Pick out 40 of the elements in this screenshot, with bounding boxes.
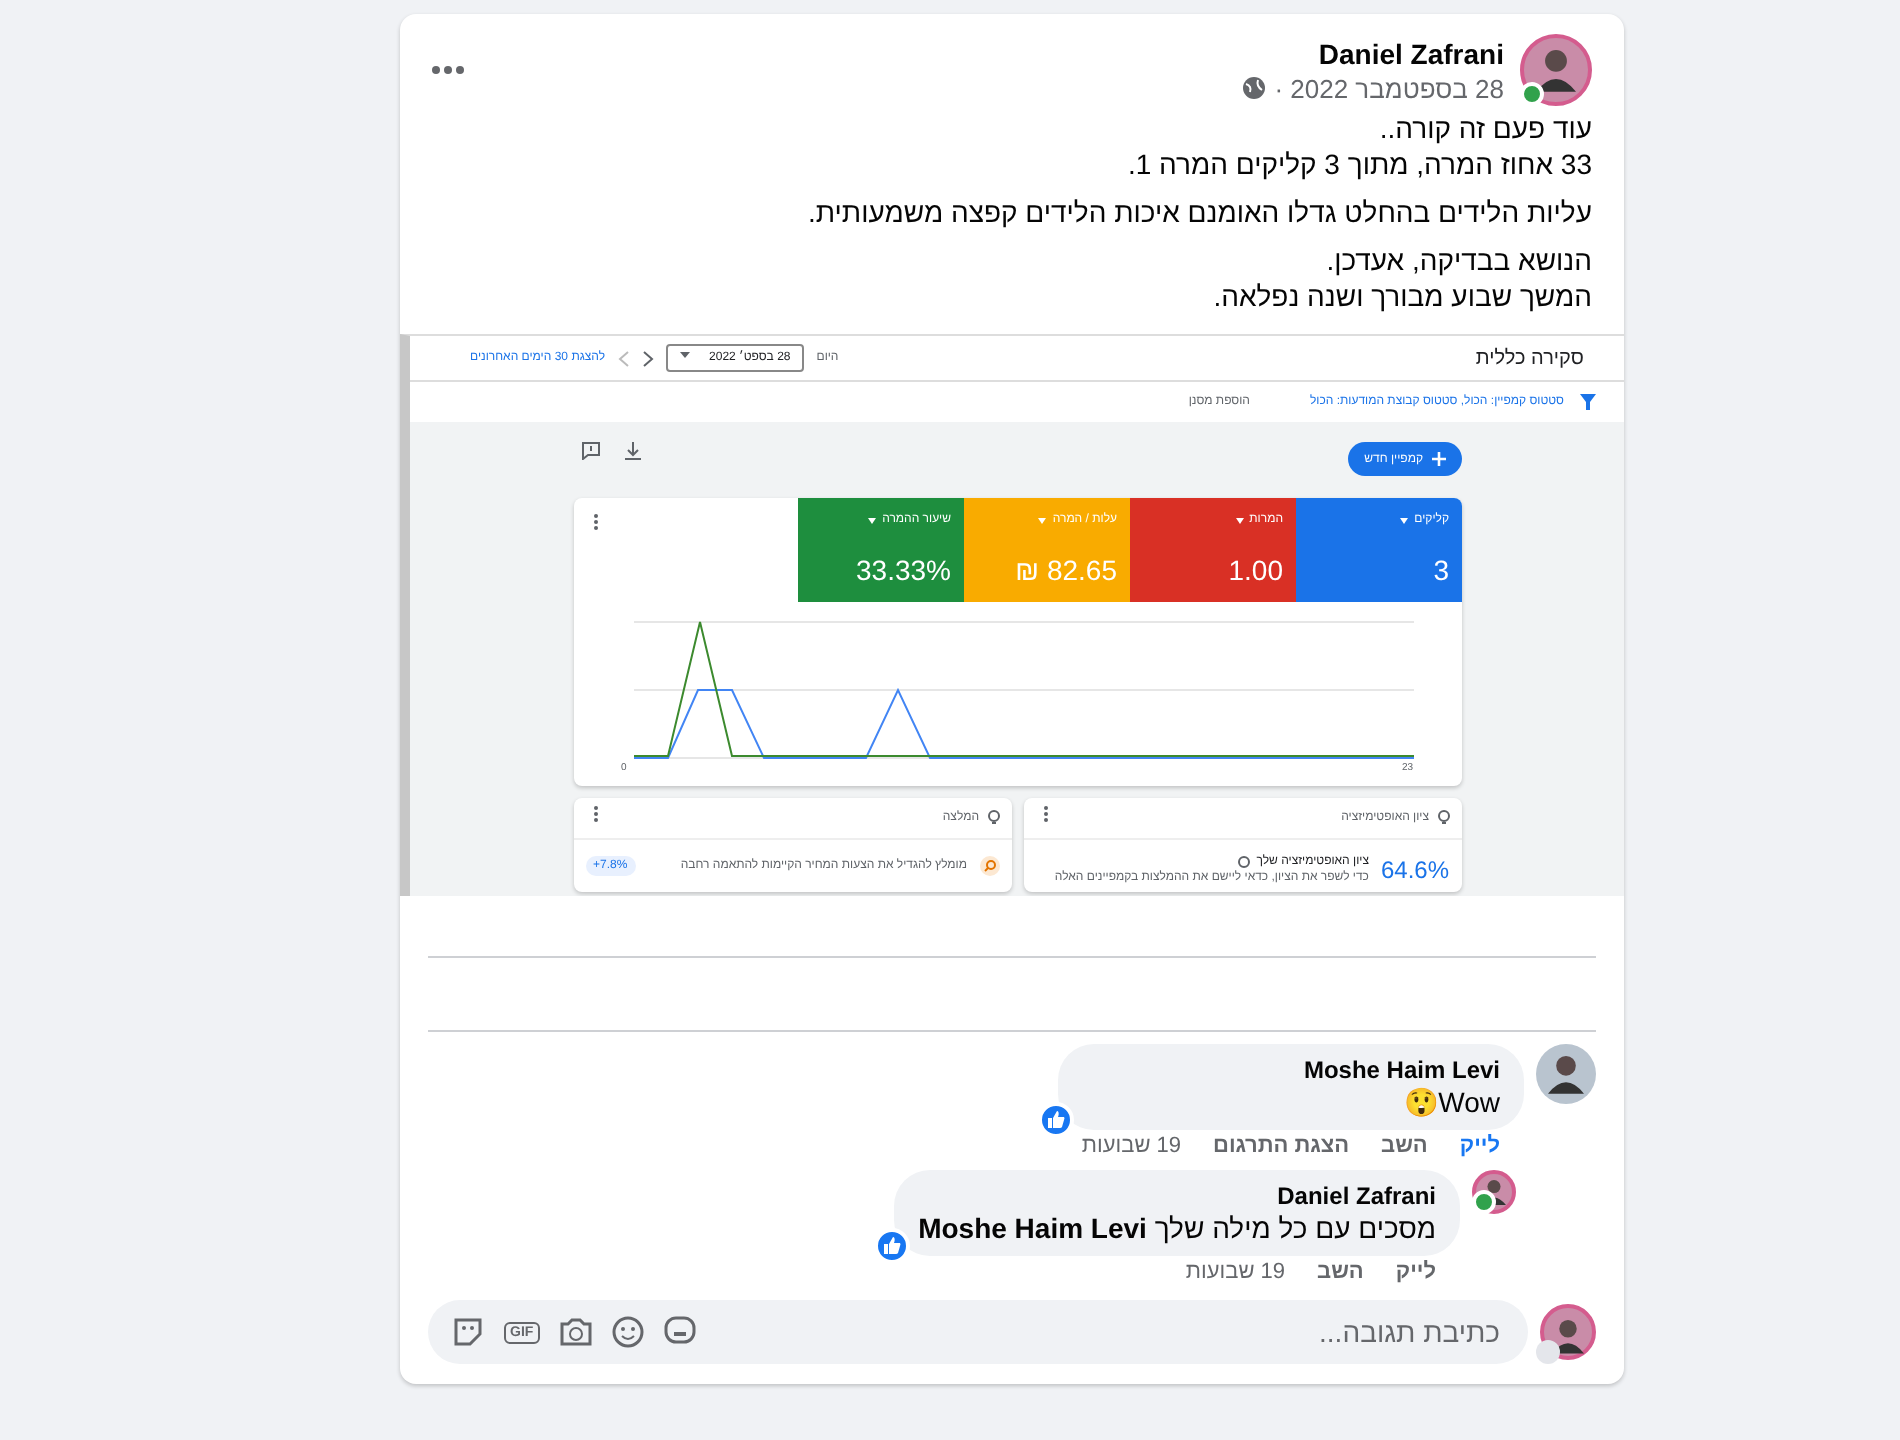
comment-action-link[interactable]: לייק: [1459, 1134, 1500, 1158]
comment-text: Wow😲: [1402, 1086, 1500, 1118]
lightbulb-icon: [1437, 810, 1449, 826]
account-switch-icon[interactable]: [1536, 1340, 1560, 1364]
caret-icon: [679, 352, 690, 358]
comment-author[interactable]: Moshe Haim Levi: [1081, 1056, 1500, 1084]
comment-action-link[interactable]: הצגת התרגום: [1213, 1134, 1350, 1158]
post-date[interactable]: 28 בספטמבר 2022 ·: [1274, 73, 1504, 103]
post-text-line: 33 אחוז המרה, מתוך 3 קליקים המרה 1.: [1125, 146, 1592, 182]
download-icon[interactable]: [623, 442, 641, 460]
more-options-icon[interactable]: [432, 66, 464, 74]
lightbulb-icon: [987, 810, 999, 826]
help-icon: [1238, 856, 1251, 868]
sticker-icon[interactable]: [452, 1316, 484, 1348]
person-silhouette-icon: [1536, 50, 1576, 92]
post-text-line: המשך שבוע מבורך ושנה נפלאה.: [1211, 278, 1592, 314]
page-title: סקירה כללית: [1475, 347, 1584, 369]
plus-icon: [1431, 452, 1445, 466]
camera-icon[interactable]: [559, 1316, 592, 1348]
globe-icon: [1242, 76, 1267, 100]
post-text-line: עליות הלידים בהחלט גדלו האומנם איכות הלידים קפצה משמעותית.: [806, 194, 1592, 230]
chevron-right-icon[interactable]: [641, 349, 654, 367]
post-text-line: הנושא בבדיקה, אעדכן.: [1324, 242, 1592, 278]
avatar-sticker-icon[interactable]: [663, 1316, 696, 1348]
smiley-icon[interactable]: [611, 1316, 644, 1348]
filter-icon[interactable]: [1580, 394, 1596, 410]
comment-time: 19 שבועות: [1185, 1260, 1286, 1284]
post-text-line: עוד פעם זה קורה..: [1377, 110, 1592, 146]
comment-author[interactable]: Daniel Zafrani: [918, 1182, 1436, 1210]
like-reaction-icon: [874, 1228, 911, 1264]
person-silhouette-icon: [1548, 1056, 1584, 1094]
comment-action-link[interactable]: השב: [1381, 1134, 1428, 1158]
like-reaction-icon: [1037, 1102, 1074, 1138]
author-name[interactable]: Daniel Zafrani: [480, 37, 1504, 69]
comment-action-link[interactable]: לייק: [1395, 1260, 1436, 1284]
comment-action-link[interactable]: השב: [1317, 1260, 1364, 1284]
comment-time: 19 שבועות: [1081, 1134, 1182, 1158]
search-icon: [979, 856, 999, 876]
feedback-icon[interactable]: [581, 442, 599, 460]
score-value: 64.6%: [1380, 856, 1449, 884]
